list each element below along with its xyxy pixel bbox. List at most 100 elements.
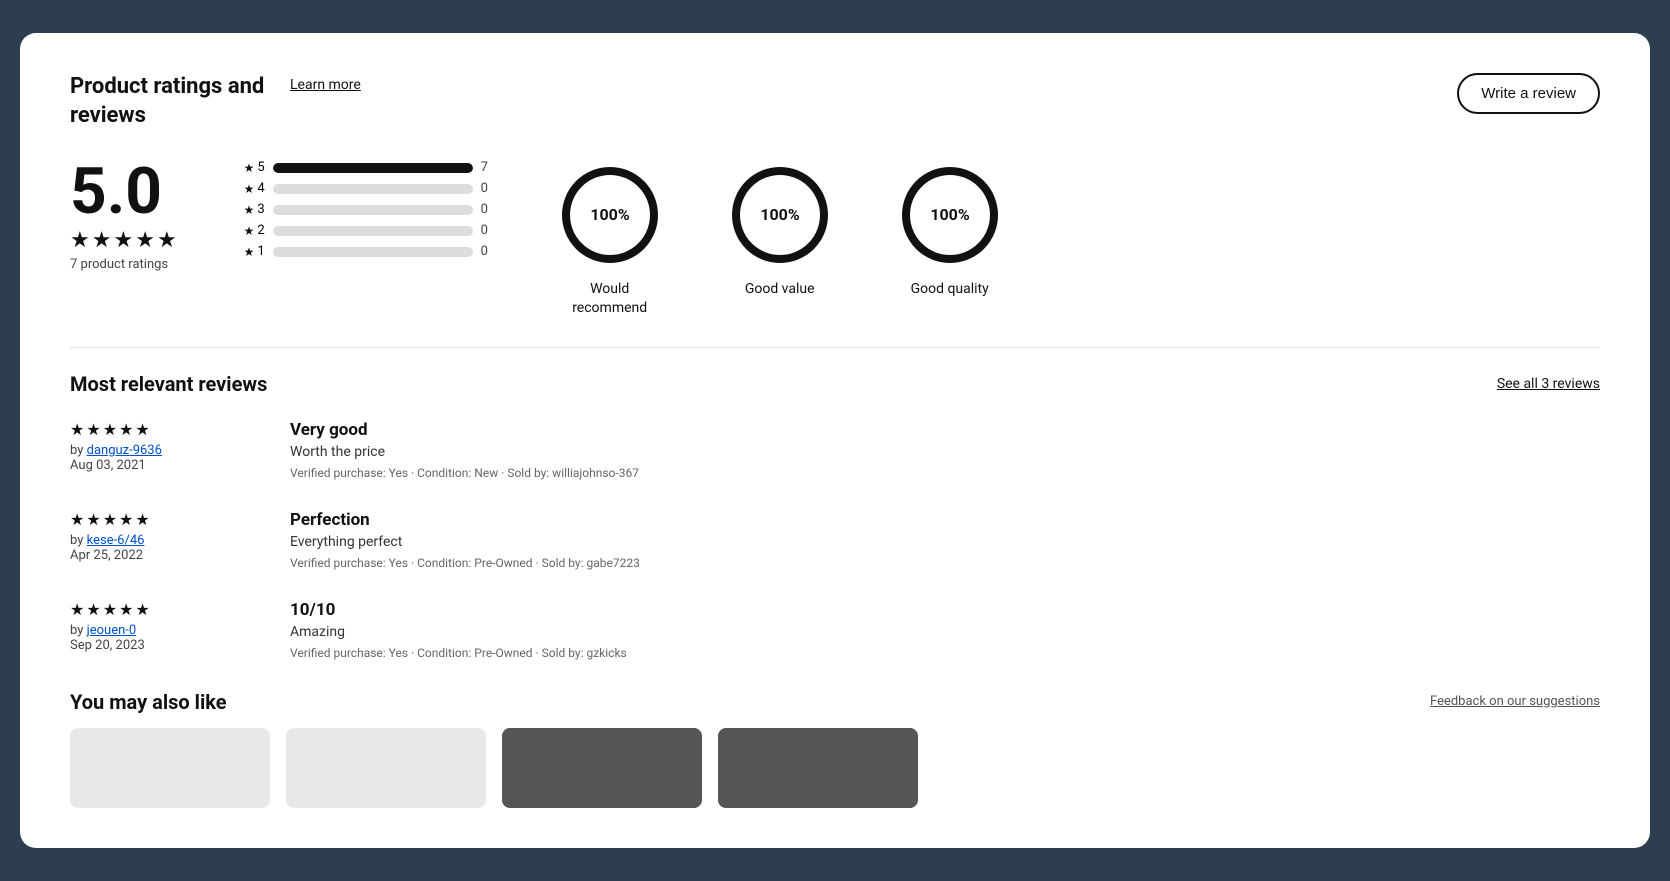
bar-star-number: 1: [257, 244, 264, 259]
review-author-link[interactable]: danguz-9636: [87, 443, 162, 458]
review-stars: ★★★★★: [70, 510, 250, 529]
bar-star-icon: ★: [244, 245, 255, 259]
ratings-overview: 5.0 ★ ★ ★ ★ ★ 7 product ratings ★ 5 7: [70, 160, 1600, 316]
bar-star-icon: ★: [244, 182, 255, 196]
bar-track: [273, 226, 473, 236]
review-meta-info: Verified purchase: Yes · Condition: New …: [290, 466, 1600, 480]
bar-track: [273, 205, 473, 215]
you-may-also-like-section: You may also like Feedback on our sugges…: [70, 690, 1600, 808]
review-date: Sep 20, 2023: [70, 638, 250, 653]
review-by: by kese-6/46: [70, 533, 250, 548]
review-star: ★: [119, 600, 133, 619]
review-content: 10/10 Amazing Verified purchase: Yes · C…: [290, 600, 1600, 660]
bar-star-icon: ★: [244, 161, 255, 175]
bar-row-3: ★ 3 0: [237, 202, 495, 217]
bar-label: ★ 1: [237, 244, 265, 259]
gauge-item-2: 100% Good quality: [895, 160, 1005, 298]
bar-count: 0: [481, 202, 495, 217]
gauge-svg: 100%: [725, 160, 835, 270]
bar-count: 0: [481, 223, 495, 238]
star-4: ★: [135, 228, 155, 253]
star-5: ★: [157, 228, 177, 253]
review-star: ★: [86, 420, 100, 439]
review-body: Amazing: [290, 624, 1600, 640]
review-body: Everything perfect: [290, 534, 1600, 550]
bar-row-5: ★ 5 7: [237, 160, 495, 175]
review-star: ★: [135, 600, 149, 619]
score-number: 5.0: [70, 160, 162, 224]
gauge-item-1: 100% Good value: [725, 160, 835, 298]
see-all-reviews-link[interactable]: See all 3 reviews: [1497, 376, 1600, 392]
star-2: ★: [92, 228, 112, 253]
you-may-like-header: You may also like Feedback on our sugges…: [70, 690, 1600, 714]
write-review-button[interactable]: Write a review: [1457, 73, 1600, 114]
divider: [70, 347, 1600, 348]
bar-label: ★ 4: [237, 181, 265, 196]
bar-star-icon: ★: [244, 224, 255, 238]
product-thumb-3[interactable]: [502, 728, 702, 808]
bar-count: 0: [481, 244, 495, 259]
review-star: ★: [70, 600, 84, 619]
overall-stars: ★ ★ ★ ★ ★: [70, 228, 177, 253]
review-star: ★: [70, 510, 84, 529]
review-star: ★: [70, 420, 84, 439]
bar-label: ★ 3: [237, 202, 265, 217]
gauge-item-0: 100% Would recommend: [555, 160, 665, 316]
bar-star-number: 4: [257, 181, 264, 196]
bar-count: 7: [481, 160, 495, 175]
review-meta: ★★★★★ by danguz-9636 Aug 03, 2021: [70, 420, 250, 480]
bar-chart: ★ 5 7 ★ 4 0 ★ 3 0: [237, 160, 495, 259]
review-title: Very good: [290, 420, 1600, 440]
you-may-like-title: You may also like: [70, 690, 227, 714]
review-content: Perfection Everything perfect Verified p…: [290, 510, 1600, 570]
review-author-link[interactable]: kese-6/46: [87, 533, 145, 548]
bar-star-number: 2: [257, 223, 264, 238]
review-content: Very good Worth the price Verified purch…: [290, 420, 1600, 480]
review-author-link[interactable]: jeouen-0: [87, 623, 137, 638]
bar-row-2: ★ 2 0: [237, 223, 495, 238]
review-star: ★: [119, 420, 133, 439]
gauge-svg: 100%: [555, 160, 665, 270]
header-row: Product ratings and reviews Learn more W…: [70, 73, 1600, 130]
svg-text:100%: 100%: [590, 205, 630, 224]
reviews-list: ★★★★★ by danguz-9636 Aug 03, 2021 Very g…: [70, 420, 1600, 660]
review-star: ★: [103, 420, 117, 439]
product-thumb-4[interactable]: [718, 728, 918, 808]
bar-row-1: ★ 1 0: [237, 244, 495, 259]
rating-count: 7 product ratings: [70, 257, 168, 272]
product-thumb-2[interactable]: [286, 728, 486, 808]
review-date: Aug 03, 2021: [70, 458, 250, 473]
review-stars: ★★★★★: [70, 420, 250, 439]
main-card: Product ratings and reviews Learn more W…: [20, 33, 1650, 848]
review-star: ★: [135, 510, 149, 529]
review-star: ★: [86, 600, 100, 619]
review-meta-info: Verified purchase: Yes · Condition: Pre-…: [290, 646, 1600, 660]
gauge-svg: 100%: [895, 160, 1005, 270]
review-title: 10/10: [290, 600, 1600, 620]
bar-star-number: 5: [257, 160, 264, 175]
review-star: ★: [103, 510, 117, 529]
review-star: ★: [119, 510, 133, 529]
learn-more-link[interactable]: Learn more: [290, 77, 361, 93]
svg-text:100%: 100%: [760, 205, 800, 224]
product-thumbnails: [70, 728, 1600, 808]
gauge-label: Good value: [745, 280, 815, 298]
bar-count: 0: [481, 181, 495, 196]
reviews-header: Most relevant reviews See all 3 reviews: [70, 372, 1600, 396]
product-thumb-1[interactable]: [70, 728, 270, 808]
review-by: by jeouen-0: [70, 623, 250, 638]
bar-star-icon: ★: [244, 203, 255, 217]
overall-score: 5.0 ★ ★ ★ ★ ★ 7 product ratings: [70, 160, 177, 272]
review-star: ★: [86, 510, 100, 529]
review-item-1: ★★★★★ by kese-6/46 Apr 25, 2022 Perfecti…: [70, 510, 1600, 570]
bar-fill: [273, 163, 473, 173]
bar-track: [273, 163, 473, 173]
review-meta: ★★★★★ by kese-6/46 Apr 25, 2022: [70, 510, 250, 570]
svg-text:100%: 100%: [930, 205, 970, 224]
review-by: by danguz-9636: [70, 443, 250, 458]
header-left: Product ratings and reviews Learn more: [70, 73, 361, 130]
review-star: ★: [103, 600, 117, 619]
page-title: Product ratings and reviews: [70, 73, 270, 130]
reviews-title: Most relevant reviews: [70, 372, 267, 396]
feedback-link[interactable]: Feedback on our suggestions: [1430, 694, 1600, 709]
